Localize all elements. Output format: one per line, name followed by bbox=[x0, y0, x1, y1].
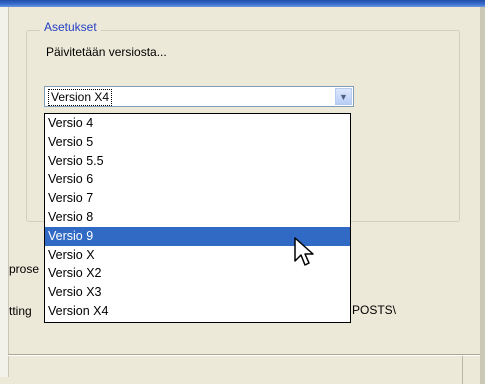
update-from-version-label: Päivitetään versiosta... bbox=[46, 45, 167, 59]
dropdown-item-versio-5-5[interactable]: Versio 5.5 bbox=[45, 152, 350, 171]
version-combobox[interactable]: Version X4 ▼ bbox=[44, 86, 354, 107]
groupbox-title: Asetukset bbox=[40, 20, 101, 34]
obscured-label-upper: prose bbox=[9, 262, 40, 276]
dropdown-item-versio-8[interactable]: Versio 8 bbox=[45, 208, 350, 227]
version-dropdown-list[interactable]: Versio 4 Versio 5 Versio 5.5 Versio 6 Ve… bbox=[44, 113, 351, 323]
inner-panel-edge bbox=[462, 356, 463, 384]
window-right-edge bbox=[480, 7, 485, 384]
window-left-edge bbox=[0, 7, 9, 377]
bottom-divider-highlight bbox=[8, 355, 480, 356]
dropdown-item-versio-x3[interactable]: Versio X3 bbox=[45, 283, 350, 302]
combobox-selected-value: Version X4 bbox=[48, 89, 113, 106]
window-title-bar-edge bbox=[0, 0, 485, 7]
dropdown-item-versio-7[interactable]: Versio 7 bbox=[45, 189, 350, 208]
obscured-label-lower: tting bbox=[9, 304, 32, 318]
obscured-path-text: POSTS\ bbox=[352, 303, 397, 317]
dropdown-item-versio-5[interactable]: Versio 5 bbox=[45, 133, 350, 152]
mouse-pointer-icon bbox=[294, 237, 314, 266]
dropdown-item-versio-4[interactable]: Versio 4 bbox=[45, 114, 350, 133]
chevron-down-icon[interactable]: ▼ bbox=[335, 88, 352, 105]
dropdown-item-versio-6[interactable]: Versio 6 bbox=[45, 170, 350, 189]
dropdown-item-version-x4[interactable]: Version X4 bbox=[45, 302, 350, 321]
